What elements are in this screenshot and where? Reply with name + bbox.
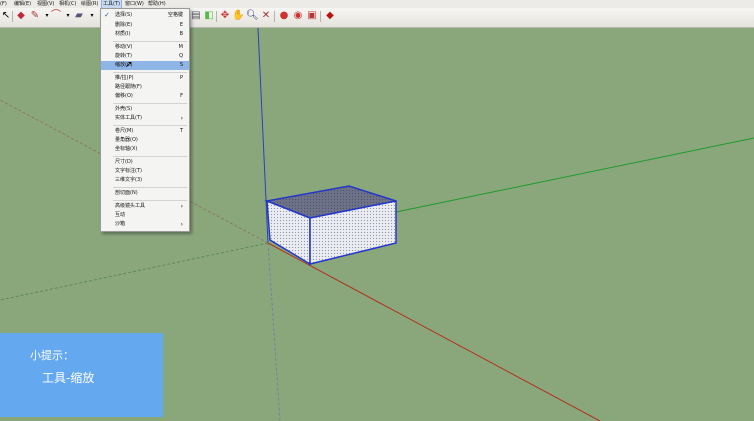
submenu-arrow-icon: › [180, 221, 183, 228]
tip-panel: 小提示： 工具-缩放 [0, 333, 163, 417]
select-arrow-icon[interactable]: ↖ [0, 10, 12, 22]
menu-item-push-pull[interactable]: 推/拉(P) P [101, 74, 189, 83]
menu-item-protractor[interactable]: 量角器(O) [101, 136, 189, 145]
red-axis [267, 242, 601, 421]
pan-icon[interactable]: ✋ [232, 10, 244, 22]
menu-separator [113, 125, 187, 126]
menu-item-erase[interactable]: 删除(E) E [101, 21, 189, 30]
paint-bucket-icon[interactable]: ◧ [203, 10, 215, 22]
orbit-icon[interactable]: ✥ [219, 10, 231, 22]
toolbar-separator [216, 11, 217, 22]
blue-axis [257, 28, 269, 244]
menu-item-tape-measure[interactable]: 卷尺(M) T [101, 127, 189, 136]
extension-icon[interactable]: ◉ [292, 10, 304, 22]
tip-title: 小提示： [30, 349, 74, 362]
mouse-cursor-icon: ➚ [125, 60, 133, 70]
menu-separator [113, 187, 187, 188]
green-axis [395, 137, 754, 213]
menu-separator [113, 41, 187, 42]
menu-separator [113, 103, 187, 104]
menu-edit[interactable]: 编辑(E) [14, 0, 31, 8]
menu-item-offset[interactable]: 偏移(O) F [101, 92, 189, 101]
menu-item-scale[interactable]: 缩放(C) S [101, 61, 189, 70]
menu-item-section-plane[interactable]: 剖切面(N) [101, 189, 189, 198]
menu-item-interact[interactable]: 互动 [101, 211, 189, 220]
menu-separator [113, 200, 187, 201]
zoom-icon[interactable]: 🔍︎ [246, 10, 259, 22]
pencil-icon[interactable]: ✎ [29, 10, 41, 22]
dropdown-arrow-icon[interactable]: ▾ [86, 10, 98, 22]
submenu-arrow-icon: › [180, 115, 183, 122]
menu-camera[interactable]: 相机(C) [59, 0, 76, 8]
menu-draw[interactable]: 绘图(R) [81, 0, 98, 8]
green-axis-negative [0, 242, 269, 301]
menu-item-advanced-camera[interactable]: 高级镜头工具 › [101, 202, 189, 211]
ruby-icon[interactable]: ◆ [324, 10, 336, 22]
menu-separator [113, 72, 187, 73]
menu-item-outer-shell[interactable]: 外壳(S) [101, 105, 189, 114]
tip-body: 工具-缩放 [42, 371, 95, 385]
checkmark-icon: ✓ [104, 11, 110, 19]
toolbar-separator [320, 11, 321, 22]
toolbar-separator [12, 11, 13, 22]
menu-item-paint[interactable]: 材质(I) B [101, 30, 189, 39]
toolbar-separator [274, 11, 275, 22]
zoom-extents-icon[interactable]: ✕ [260, 10, 272, 22]
menu-tools[interactable]: 工具(T) [101, 0, 122, 9]
text-tool-icon[interactable]: ▤ [190, 10, 202, 22]
menu-item-dimensions[interactable]: 尺寸(D) [101, 158, 189, 167]
menu-item-rotate[interactable]: 旋转(T) Q [101, 52, 189, 61]
warehouse-icon[interactable]: ● [278, 10, 290, 22]
menu-view[interactable]: 视图(V) [37, 0, 54, 8]
menu-file[interactable]: (F) [0, 0, 7, 8]
menu-item-axes[interactable]: 坐标轴(X) [101, 145, 189, 154]
menu-item-follow-me[interactable]: 路径跟随(F) [101, 83, 189, 92]
blue-axis-negative [267, 242, 281, 421]
menu-item-select[interactable]: ✓ 选择(S) 空格键 [101, 11, 189, 20]
menu-item-move[interactable]: 移动(V) M [101, 43, 189, 52]
menu-window[interactable]: 窗口(W) [125, 0, 144, 8]
arc-icon[interactable]: ⌒ [50, 10, 62, 22]
eraser-icon[interactable]: ◆ [15, 10, 27, 22]
menu-separator [113, 156, 187, 157]
submenu-arrow-icon: › [180, 203, 183, 210]
shape-icon[interactable]: ▰ [73, 10, 85, 22]
menu-item-3d-text[interactable]: 三维文字(3) [101, 176, 189, 185]
menu-item-text[interactable]: 文字标注(T) [101, 167, 189, 176]
menu-item-sandbox[interactable]: 沙箱 › [101, 220, 189, 229]
tools-menu: ✓ 选择(S) 空格键 删除(E) E 材质(I) B 移动(V) M 旋转(T… [100, 8, 190, 232]
menu-item-solid-tools[interactable]: 实体工具(T) › [101, 114, 189, 123]
menu-bar: (F) 编辑(E) 视图(V) 相机(C) 绘图(R) 工具(T) 窗口(W) … [0, 0, 754, 9]
menu-help[interactable]: 帮助(H) [148, 0, 166, 8]
layout-icon[interactable]: ▣ [306, 10, 318, 22]
